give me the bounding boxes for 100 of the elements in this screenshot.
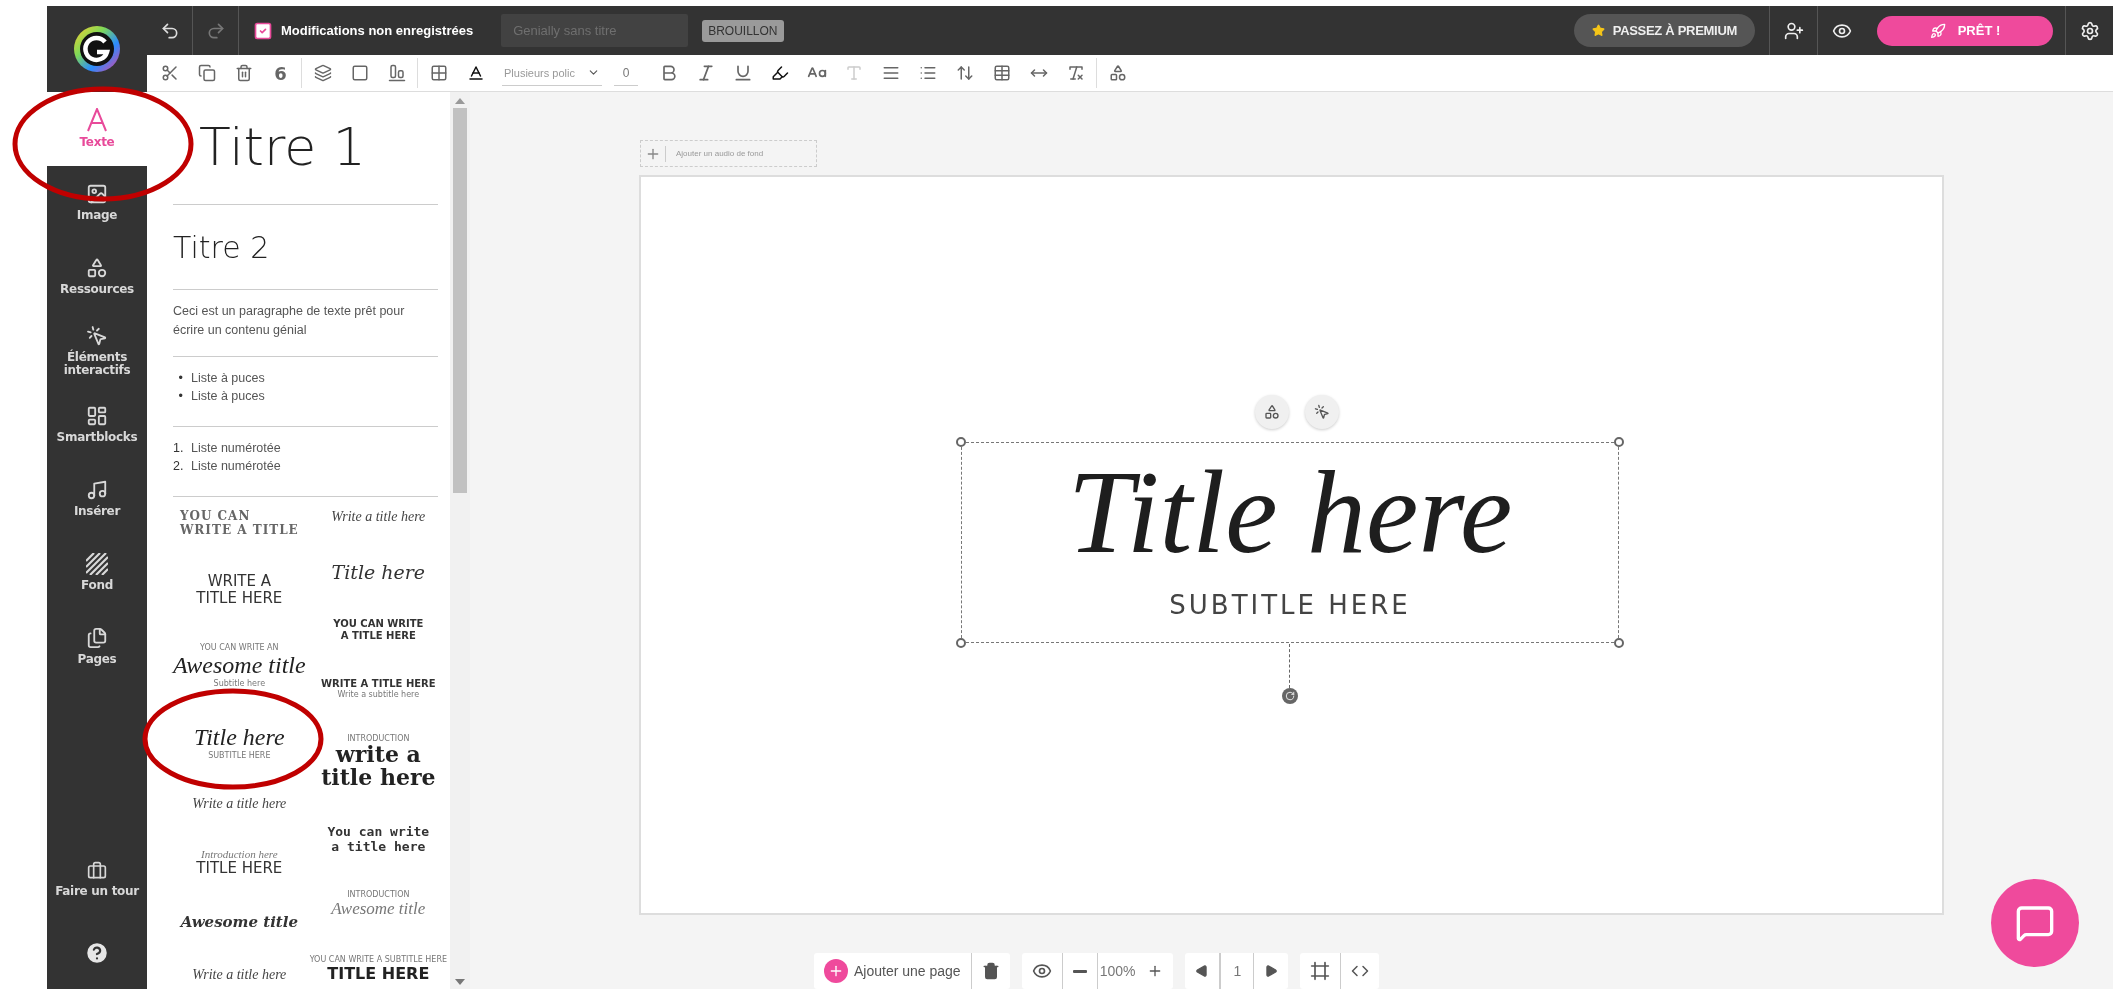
template-text[interactable]: YOU CAN xyxy=(179,509,251,523)
template-text[interactable]: Awesome title xyxy=(331,899,426,920)
template-text[interactable]: SUBTITLE HERE xyxy=(208,751,271,761)
template-text[interactable]: WRITE A TITLE xyxy=(179,523,299,537)
tool-glyph[interactable]: 6 xyxy=(262,62,299,84)
pointer-icon xyxy=(86,324,108,347)
zoom-level: 100% xyxy=(1098,962,1137,981)
plus-icon xyxy=(828,963,844,979)
save-status: Modifications non enregistrées xyxy=(281,23,474,38)
resize-handle[interactable] xyxy=(956,437,966,447)
paragraph-sample[interactable]: Ceci est un paragraphe de texte prêt pour écrire un contenu génial xyxy=(173,290,438,357)
rotate-handle[interactable] xyxy=(1282,688,1298,704)
bullet: • xyxy=(177,371,183,385)
briefcase-icon xyxy=(87,861,107,882)
bullet: • xyxy=(177,389,183,403)
justify-icon xyxy=(881,64,900,82)
chat-icon xyxy=(2015,903,2055,943)
template-text[interactable]: a title here xyxy=(331,839,426,855)
template-text[interactable]: TITLE HERE xyxy=(196,859,283,878)
list-number: 1. xyxy=(173,441,183,455)
settings-icon xyxy=(2079,20,2100,41)
scrollbar[interactable] xyxy=(450,92,470,989)
sidebar-item[interactable]: Texte xyxy=(47,92,147,166)
list-icon xyxy=(918,64,937,82)
page-number: 1 xyxy=(1220,953,1255,989)
template-text[interactable]: Write a title here xyxy=(192,967,287,983)
copy-icon xyxy=(197,64,216,82)
premium-button[interactable]: PASSEZ À PREMIUM xyxy=(1573,14,1755,47)
canvas-subtitle[interactable]: SUBTITLE HERE xyxy=(1169,590,1411,620)
add-user-icon xyxy=(1783,20,1804,41)
heading-2-sample[interactable]: Titre 2 xyxy=(173,229,270,265)
template-text[interactable]: TITLE HERE xyxy=(327,964,430,983)
heading-1-sample[interactable]: Titre 1 xyxy=(199,119,366,177)
bullet-item[interactable]: Liste à puces xyxy=(191,371,265,385)
template-text[interactable]: INTRODUCTION xyxy=(347,734,410,744)
numbered-item[interactable]: Liste numérotée xyxy=(191,459,281,473)
template-text[interactable]: Write a subtitle here xyxy=(337,689,420,699)
trash-icon xyxy=(981,962,1000,980)
line-height-icon xyxy=(955,64,974,82)
animation-button[interactable] xyxy=(1305,395,1339,429)
template-text[interactable]: You can write xyxy=(327,825,430,840)
clear-format-icon xyxy=(1066,64,1085,82)
grid-icon xyxy=(429,64,448,82)
status-badge: BROUILLON xyxy=(702,19,784,42)
scissors-icon xyxy=(160,64,179,82)
template-text[interactable]: INTRODUCTION xyxy=(347,890,410,900)
pages-icon xyxy=(86,627,108,650)
left-triangle-icon xyxy=(1195,964,1210,978)
template-text[interactable]: Title here xyxy=(331,560,426,583)
trash-icon xyxy=(234,64,253,82)
frame-icon xyxy=(1310,961,1331,981)
logo-icon[interactable] xyxy=(73,25,121,73)
shapes-icon xyxy=(1108,64,1127,82)
template-text[interactable]: YOU CAN WRITE AN xyxy=(200,643,279,653)
table-icon xyxy=(992,64,1011,82)
numbered-item[interactable]: Liste numérotée xyxy=(191,441,281,455)
stripes-icon xyxy=(86,553,108,576)
resize-handle[interactable] xyxy=(1614,437,1624,447)
layers-icon xyxy=(313,64,332,82)
template-text[interactable]: Introduction here xyxy=(201,847,278,860)
highlighter-icon xyxy=(770,64,789,82)
template-text[interactable]: WRITE A xyxy=(207,572,271,591)
template-text[interactable]: YOU CAN WRITE xyxy=(333,618,424,631)
square-icon xyxy=(350,64,369,82)
template-text[interactable]: title here xyxy=(321,766,436,790)
help-icon[interactable] xyxy=(84,940,110,966)
selection-frame[interactable] xyxy=(961,442,1619,643)
list-number: 2. xyxy=(173,459,183,473)
template-text[interactable]: Subtitle here xyxy=(213,679,266,689)
template-text[interactable]: Write a title here xyxy=(331,509,426,525)
bullet-item[interactable]: Liste à puces xyxy=(191,389,265,403)
shapes-icon xyxy=(86,257,108,280)
template-text[interactable]: write a xyxy=(335,743,421,767)
blocks-icon xyxy=(86,405,108,428)
eye-icon xyxy=(1031,961,1052,981)
template-text[interactable]: Awesome title xyxy=(180,913,298,932)
template-text[interactable]: WRITE A TITLE HERE xyxy=(321,677,436,690)
template-text[interactable]: A TITLE HERE xyxy=(340,630,416,643)
align-icon xyxy=(387,64,406,82)
resize-handle[interactable] xyxy=(956,638,966,648)
interactivity-button[interactable] xyxy=(1255,395,1289,429)
undo-icon xyxy=(159,20,180,41)
image-icon xyxy=(86,183,108,206)
template-text[interactable]: TITLE HERE xyxy=(196,590,283,608)
template-text[interactable]: Title here xyxy=(194,724,285,752)
resize-handle[interactable] xyxy=(1614,638,1624,648)
canvas-title[interactable]: Title here xyxy=(1067,454,1513,572)
template-text[interactable]: YOU CAN WRITE A SUBTITLE HERE xyxy=(309,955,447,964)
minus-icon xyxy=(1072,969,1087,973)
right-triangle-icon xyxy=(1264,964,1279,978)
rotate-icon xyxy=(1285,691,1295,701)
template-text[interactable]: Awesome title xyxy=(173,652,306,680)
template-text[interactable]: Write a title here xyxy=(192,796,287,813)
pointer-icon xyxy=(1314,404,1330,420)
letter-a-icon xyxy=(86,108,108,133)
shapes-icon xyxy=(1264,404,1280,420)
rocket-icon xyxy=(1929,22,1946,39)
music-icon xyxy=(86,479,108,502)
checkbox-icon xyxy=(253,20,273,41)
type-icon xyxy=(844,64,863,82)
